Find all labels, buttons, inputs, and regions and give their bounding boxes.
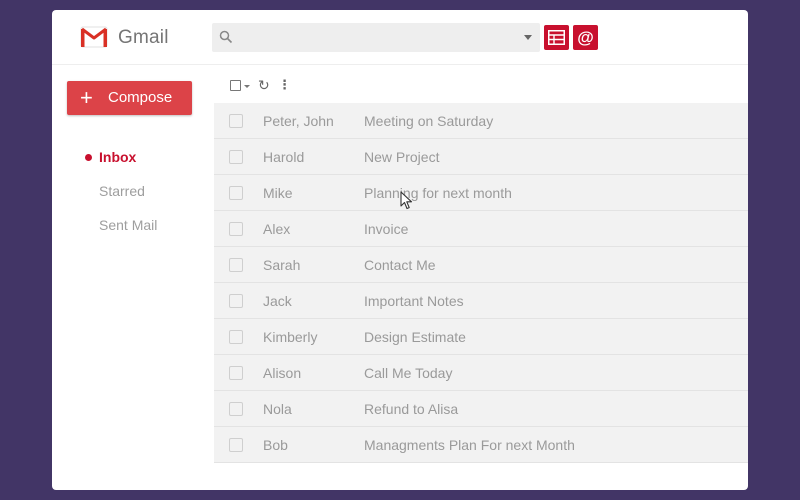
sidebar-item-inbox[interactable]: Inbox bbox=[99, 149, 136, 165]
sidebar-item-starred[interactable]: Starred bbox=[99, 183, 145, 199]
more-options-icon[interactable]: ⋮ bbox=[278, 78, 291, 92]
at-sign-icon: @ bbox=[577, 28, 594, 47]
email-sender: Alison bbox=[263, 365, 302, 381]
active-indicator-dot bbox=[85, 154, 92, 161]
search-input[interactable] bbox=[238, 27, 512, 50]
spreadsheet-button[interactable] bbox=[544, 25, 569, 50]
email-subject: Design Estimate bbox=[364, 329, 466, 345]
gmail-window: Gmail @ + Compose Inbox Starred Sent Mai… bbox=[52, 10, 748, 490]
email-row[interactable]: Alison Call Me Today bbox=[214, 355, 748, 391]
email-row[interactable]: Bob Managments Plan For next Month bbox=[214, 427, 748, 463]
email-sender: Sarah bbox=[263, 257, 301, 273]
gmail-logo-icon[interactable] bbox=[80, 26, 108, 48]
search-options-dropdown-icon[interactable] bbox=[524, 35, 532, 40]
email-sender: Bob bbox=[263, 437, 288, 453]
row-checkbox[interactable] bbox=[229, 258, 243, 272]
email-row[interactable]: Nola Refund to Alisa bbox=[214, 391, 748, 427]
row-checkbox[interactable] bbox=[229, 114, 243, 128]
email-row[interactable]: Jack Important Notes bbox=[214, 283, 748, 319]
email-sender: Harold bbox=[263, 149, 305, 165]
row-checkbox[interactable] bbox=[229, 366, 243, 380]
email-subject: Refund to Alisa bbox=[364, 401, 459, 417]
row-checkbox[interactable] bbox=[229, 438, 243, 452]
email-sender: Peter, John bbox=[263, 113, 334, 129]
select-dropdown-icon[interactable] bbox=[244, 85, 250, 88]
search-bar[interactable] bbox=[212, 23, 540, 52]
email-list: Peter, John Meeting on Saturday Harold N… bbox=[214, 103, 748, 463]
row-checkbox[interactable] bbox=[229, 222, 243, 236]
email-row[interactable]: Kimberly Design Estimate bbox=[214, 319, 748, 355]
mouse-cursor-icon bbox=[400, 191, 413, 210]
row-checkbox[interactable] bbox=[229, 402, 243, 416]
row-checkbox[interactable] bbox=[229, 330, 243, 344]
select-all-checkbox[interactable] bbox=[230, 80, 241, 91]
plus-icon: + bbox=[80, 85, 93, 110]
search-icon[interactable] bbox=[219, 30, 233, 44]
email-row[interactable]: Alex Invoice bbox=[214, 211, 748, 247]
email-row[interactable]: Mike Planning for next month bbox=[214, 175, 748, 211]
email-row[interactable]: Sarah Contact Me bbox=[214, 247, 748, 283]
email-subject: Invoice bbox=[364, 221, 409, 237]
email-sender: Jack bbox=[263, 293, 292, 309]
email-subject: Contact Me bbox=[364, 257, 436, 273]
compose-label: Compose bbox=[108, 89, 173, 106]
row-checkbox[interactable] bbox=[229, 150, 243, 164]
email-row[interactable]: Harold New Project bbox=[214, 139, 748, 175]
email-sender: Alex bbox=[263, 221, 291, 237]
email-subject: Meeting on Saturday bbox=[364, 113, 494, 129]
app-title: Gmail bbox=[118, 27, 169, 48]
sidebar-item-sent-mail[interactable]: Sent Mail bbox=[99, 217, 157, 233]
email-subject: Managments Plan For next Month bbox=[364, 437, 575, 453]
spreadsheet-icon bbox=[548, 30, 565, 45]
row-checkbox[interactable] bbox=[229, 186, 243, 200]
email-sender: Nola bbox=[263, 401, 292, 417]
email-subject: Call Me Today bbox=[364, 365, 453, 381]
email-sender: Mike bbox=[263, 185, 293, 201]
refresh-icon[interactable]: ↻ bbox=[258, 78, 270, 92]
email-subject: Important Notes bbox=[364, 293, 464, 309]
email-sender: Kimberly bbox=[263, 329, 318, 345]
email-row[interactable]: Peter, John Meeting on Saturday bbox=[214, 103, 748, 139]
compose-button[interactable]: + Compose bbox=[67, 81, 192, 115]
contacts-button[interactable]: @ bbox=[573, 25, 598, 50]
email-subject: New Project bbox=[364, 149, 440, 165]
top-header: Gmail @ bbox=[52, 10, 748, 65]
row-checkbox[interactable] bbox=[229, 294, 243, 308]
email-subject: Planning for next month bbox=[364, 185, 512, 201]
